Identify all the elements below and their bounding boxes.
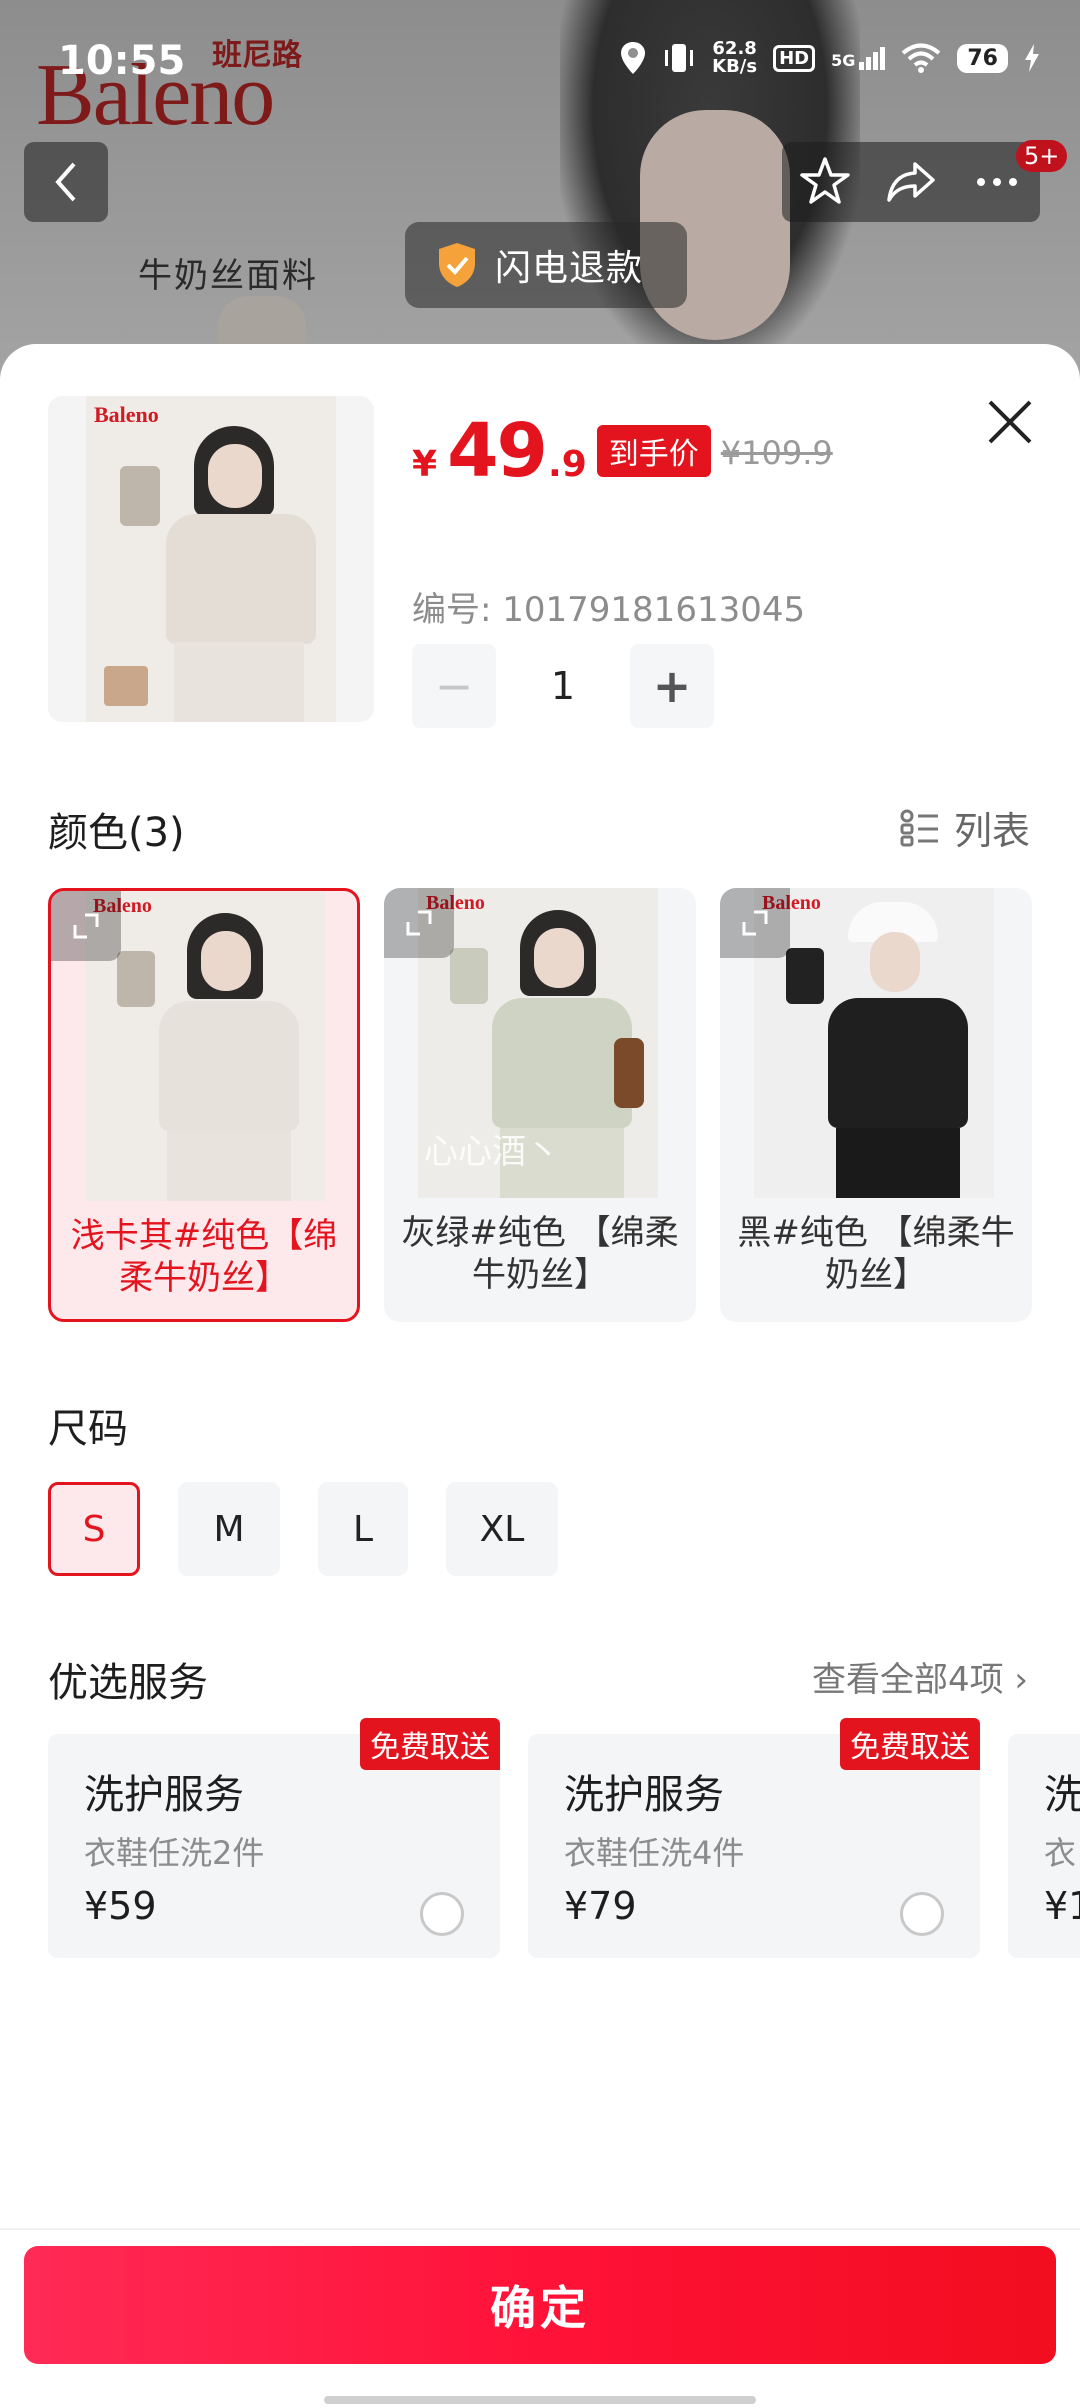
notification-badge: 5+: [1016, 140, 1068, 172]
product-thumbnail[interactable]: Baleno: [48, 396, 374, 722]
favorite-star-icon[interactable]: [797, 154, 853, 210]
service-title: 洗护服务: [564, 1772, 724, 1818]
decrease-button[interactable]: −: [412, 644, 496, 728]
garment: [492, 998, 632, 1128]
service-radio[interactable]: [420, 1892, 464, 1936]
color-option-grey-green[interactable]: Baleno 心心酒丶 灰绿#纯色 【绵柔牛奶丝】: [384, 888, 696, 1322]
expand-icon[interactable]: [720, 888, 790, 958]
location-icon: [621, 42, 646, 74]
expand-icon[interactable]: [384, 888, 454, 958]
service-radio[interactable]: [900, 1892, 944, 1936]
price-row: ¥ 49 .9 到手价 ¥109.9: [412, 408, 833, 494]
shield-check-icon: [439, 243, 475, 287]
sku-selector-sheet: Baleno ¥ 49 .9 到手价 ¥109.9 编号: 1017918161…: [0, 344, 1080, 2408]
network-speed: 62.8 KB/s: [712, 38, 758, 77]
footer-divider: [0, 2228, 1080, 2230]
color-section-title: 颜色(3): [48, 810, 185, 856]
final-price-tag: 到手价: [596, 425, 711, 477]
battery-level: 76: [957, 43, 1008, 73]
quantity-stepper: − 1 +: [412, 644, 714, 728]
service-desc: 衣: [1044, 1834, 1077, 1872]
size-option-xl[interactable]: XL: [446, 1482, 558, 1576]
service-title: 洗: [1044, 1772, 1080, 1818]
list-view-label: 列表: [953, 809, 1030, 853]
list-view-toggle[interactable]: 列表: [900, 800, 1030, 855]
charging-icon: [1025, 44, 1039, 72]
service-card-partial[interactable]: 洗 衣 ¥1: [1008, 1734, 1080, 1958]
service-price: ¥59: [84, 1884, 157, 1928]
quantity-value[interactable]: 1: [496, 664, 630, 708]
service-price: ¥79: [564, 1884, 637, 1928]
size-section-title: 尺码: [48, 1406, 128, 1452]
close-icon[interactable]: [980, 392, 1040, 452]
confirm-button[interactable]: 确定: [24, 2246, 1056, 2364]
wifi-icon: [902, 43, 941, 73]
chevron-left-icon: [55, 162, 76, 202]
price-integer: 49: [447, 408, 548, 494]
color-option-label: 黑#纯色 【绵柔牛奶丝】: [737, 1213, 1015, 1295]
back-button[interactable]: [24, 142, 108, 222]
lightning-refund-banner: 闪电退款: [405, 222, 687, 308]
share-icon[interactable]: [883, 154, 939, 210]
status-time: 10:55: [58, 38, 186, 84]
service-card[interactable]: 免费取送 洗护服务 衣鞋任洗4件 ¥79: [528, 1718, 980, 1958]
view-all-services-link[interactable]: 查看全部4项 ›: [812, 1652, 1028, 1701]
home-indicator[interactable]: [324, 2396, 756, 2404]
status-bar: 10:55 62.8 KB/s HD 5G 76: [0, 0, 1080, 124]
refund-label: 闪电退款: [495, 248, 644, 289]
watermark-text: 心心酒丶: [424, 1132, 560, 1172]
service-section-title: 优选服务: [48, 1660, 208, 1706]
hd-icon: HD: [773, 44, 816, 72]
top-action-group: [782, 142, 1040, 222]
increase-button[interactable]: +: [630, 644, 714, 728]
service-title: 洗护服务: [84, 1772, 244, 1818]
garment: [159, 1001, 299, 1131]
service-price: ¥1: [1044, 1884, 1080, 1928]
fabric-label: 牛奶丝面料: [138, 256, 318, 296]
color-option-label: 灰绿#纯色 【绵柔牛奶丝】: [401, 1213, 679, 1295]
expand-icon[interactable]: [51, 891, 121, 961]
original-price: ¥109.9: [720, 434, 833, 472]
service-desc: 衣鞋任洗2件: [84, 1834, 265, 1872]
garment: [828, 998, 968, 1128]
price-currency: ¥: [412, 444, 438, 485]
service-card[interactable]: 免费取送 洗护服务 衣鞋任洗2件 ¥59: [48, 1718, 500, 1958]
vibrate-icon: [665, 44, 694, 72]
color-option-black[interactable]: Baleno 黑#纯色 【绵柔牛奶丝】: [720, 888, 1032, 1322]
product-code: 编号: 10179181613045: [412, 590, 806, 630]
size-option-m[interactable]: M: [178, 1482, 280, 1576]
size-option-l[interactable]: L: [318, 1482, 408, 1576]
service-desc: 衣鞋任洗4件: [564, 1834, 745, 1872]
thumb-logo: Baleno: [94, 402, 159, 427]
size-option-s[interactable]: S: [48, 1482, 140, 1576]
color-option-label: 浅卡其#纯色【绵柔牛奶丝】: [70, 1216, 338, 1298]
free-pickup-badge: 免费取送: [360, 1718, 500, 1770]
free-pickup-badge: 免费取送: [840, 1718, 980, 1770]
price-decimal: .9: [548, 444, 587, 485]
list-icon: [900, 809, 938, 846]
signal-icon: 5G: [831, 46, 886, 70]
color-option-light-khaki[interactable]: Baleno 浅卡其#纯色【绵柔牛奶丝】: [48, 888, 360, 1322]
